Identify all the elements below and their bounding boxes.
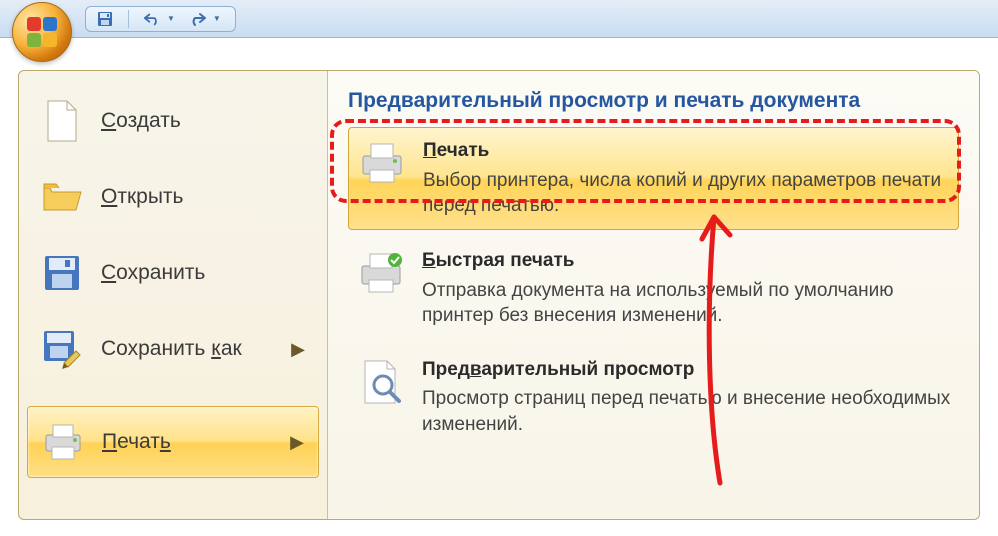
- office-logo-icon: [27, 17, 57, 47]
- office-button[interactable]: [12, 2, 72, 62]
- open-folder-icon: [41, 176, 83, 218]
- printer-icon: [357, 138, 407, 188]
- option-print-desc: Выбор принтера, числа копий и других пар…: [423, 168, 950, 219]
- chevron-right-icon: ▶: [291, 339, 305, 360]
- option-print-preview-title: Предварительный просмотр: [422, 357, 951, 383]
- annotation-arrow: [678, 191, 758, 496]
- office-menu-left: Создать Открыть Сохранить Сохранить как …: [19, 71, 327, 519]
- save-icon[interactable]: [96, 10, 114, 28]
- menu-save[interactable]: Сохранить: [27, 237, 319, 309]
- qat-separator: [128, 10, 129, 28]
- menu-new-label: Создать: [101, 109, 181, 133]
- option-quick-print[interactable]: Быстрая печать Отправка документа на исп…: [348, 238, 959, 339]
- undo-dropdown-icon[interactable]: ▼: [167, 14, 175, 23]
- new-document-icon: [41, 100, 83, 142]
- menu-open-label: Открыть: [101, 185, 183, 209]
- menu-save-as-label: Сохранить как: [101, 337, 242, 361]
- menu-print-label: Печать: [102, 430, 171, 454]
- undo-icon[interactable]: [143, 10, 161, 28]
- pane-title: Предварительный просмотр и печать докуме…: [348, 89, 959, 113]
- menu-open[interactable]: Открыть: [27, 161, 319, 233]
- qat-frame: ▼ ▼: [85, 6, 236, 32]
- chevron-right-icon: ▶: [290, 432, 304, 453]
- option-print-preview[interactable]: Предварительный просмотр Просмотр страни…: [348, 347, 959, 448]
- option-quick-print-desc: Отправка документа на используемый по ум…: [422, 278, 951, 329]
- option-print-title: Печать: [423, 138, 950, 164]
- page-magnifier-icon: [356, 357, 406, 407]
- save-floppy-icon: [41, 252, 83, 294]
- option-quick-print-title: Быстрая печать: [422, 248, 951, 274]
- printer-check-icon: [356, 248, 406, 298]
- quick-access-toolbar: ▼ ▼: [0, 0, 998, 38]
- menu-print[interactable]: Печать ▶: [27, 406, 319, 478]
- redo-icon[interactable]: [189, 10, 207, 28]
- qat-customize-icon[interactable]: ▼: [213, 14, 221, 23]
- menu-new[interactable]: Создать: [27, 85, 319, 157]
- menu-save-as[interactable]: Сохранить как ▶: [27, 313, 319, 385]
- save-as-icon: [41, 328, 83, 370]
- menu-save-label: Сохранить: [101, 261, 205, 285]
- printer-icon: [42, 421, 84, 463]
- print-submenu-pane: Предварительный просмотр и печать докуме…: [327, 71, 979, 519]
- menu-separator: [37, 395, 309, 396]
- option-print-preview-desc: Просмотр страниц перед печатью и внесени…: [422, 386, 951, 437]
- office-menu: Создать Открыть Сохранить Сохранить как …: [18, 70, 980, 520]
- option-print[interactable]: Печать Выбор принтера, числа копий и дру…: [348, 127, 959, 230]
